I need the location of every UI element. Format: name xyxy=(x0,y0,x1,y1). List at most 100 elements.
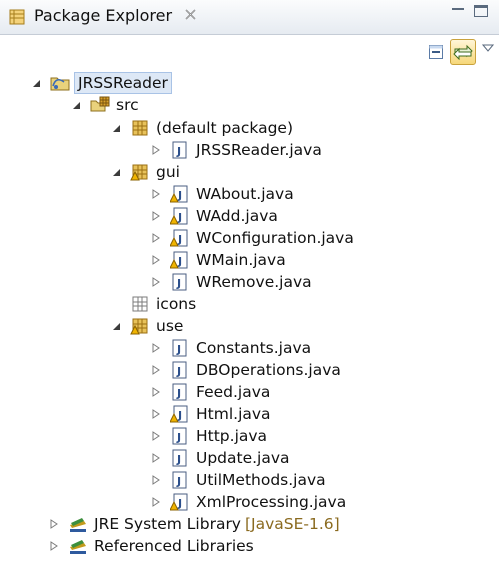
java-file-warning-icon: J xyxy=(170,493,188,511)
tree-item-src[interactable]: src xyxy=(70,94,139,116)
svg-text:J: J xyxy=(176,431,181,444)
file-label: Html.java xyxy=(196,405,271,423)
gui-label: gui xyxy=(156,163,180,181)
collapsed-triangle-icon[interactable] xyxy=(150,342,162,354)
java-file-icon: J xyxy=(172,361,187,379)
library-icon xyxy=(70,518,86,532)
maximize-icon[interactable] xyxy=(473,4,489,18)
expanded-triangle-icon[interactable] xyxy=(110,166,122,178)
collapsed-triangle-icon[interactable] xyxy=(150,452,162,464)
java-file-warning-icon: J xyxy=(170,185,188,203)
collapsed-triangle-icon[interactable] xyxy=(150,188,162,200)
collapsed-triangle-icon[interactable] xyxy=(48,540,60,552)
collapsed-triangle-icon[interactable] xyxy=(150,430,162,442)
file-label: WConfiguration.java xyxy=(196,229,354,247)
package-icon xyxy=(132,120,148,136)
collapsed-triangle-icon[interactable] xyxy=(150,364,162,376)
collapsed-triangle-icon[interactable] xyxy=(150,496,162,508)
tree-item-file[interactable]: J DBOperations.java xyxy=(150,359,341,381)
java-file-icon: J xyxy=(172,141,187,159)
collapsed-triangle-icon[interactable] xyxy=(150,408,162,420)
view-menu-icon[interactable] xyxy=(482,43,494,53)
svg-text:J: J xyxy=(176,343,181,356)
tree-item-file[interactable]: J UtilMethods.java xyxy=(150,469,326,491)
jre-version-label: [JavaSE-1.6] xyxy=(245,515,340,533)
tree-item-file[interactable]: J XmlProcessing.java xyxy=(150,491,346,513)
expanded-triangle-icon[interactable] xyxy=(30,77,42,89)
package-explorer-icon xyxy=(9,9,25,25)
default-package-label: (default package) xyxy=(156,119,293,137)
collapsed-triangle-icon[interactable] xyxy=(150,144,162,156)
svg-text:J: J xyxy=(176,277,181,290)
tree-item-file[interactable]: J Feed.java xyxy=(150,381,270,403)
svg-text:J: J xyxy=(177,211,182,224)
link-with-editor-icon xyxy=(453,44,473,61)
referenced-libraries-label: Referenced Libraries xyxy=(94,537,254,555)
project-label: JRSSReader xyxy=(74,72,172,94)
java-file-icon: J xyxy=(172,449,187,467)
tree-item-file[interactable]: J WAdd.java xyxy=(150,205,278,227)
tree-item-file[interactable]: J WMain.java xyxy=(150,249,286,271)
file-label: Http.java xyxy=(196,427,268,445)
expanded-triangle-icon[interactable] xyxy=(70,99,82,111)
minimize-icon[interactable] xyxy=(451,4,465,14)
tree-item-file[interactable]: J WConfiguration.java xyxy=(150,227,354,249)
view-toolbar xyxy=(0,35,499,69)
tree-item-project[interactable]: JRSSReader xyxy=(30,72,172,94)
tree-item-file[interactable]: J Update.java xyxy=(150,447,290,469)
collapsed-triangle-icon[interactable] xyxy=(150,276,162,288)
svg-text:J: J xyxy=(177,255,182,268)
java-file-icon: J xyxy=(172,427,187,445)
tree-item-jre-library[interactable]: JRE System Library [JavaSE-1.6] xyxy=(48,513,340,535)
svg-text:J: J xyxy=(176,475,181,488)
java-file-warning-icon: J xyxy=(170,251,188,269)
file-label: WRemove.java xyxy=(196,273,312,291)
file-label: DBOperations.java xyxy=(196,361,341,379)
view-title: Package Explorer xyxy=(34,6,173,25)
file-label: WAdd.java xyxy=(196,207,278,225)
file-label: WAbout.java xyxy=(196,185,294,203)
file-label: WMain.java xyxy=(196,251,286,269)
collapsed-triangle-icon[interactable] xyxy=(150,386,162,398)
file-label: UtilMethods.java xyxy=(196,471,326,489)
tree-item-file[interactable]: J Html.java xyxy=(150,403,271,425)
tree-item-file[interactable]: J JRSSReader.java xyxy=(150,139,322,161)
collapsed-triangle-icon[interactable] xyxy=(150,232,162,244)
link-with-editor-button[interactable] xyxy=(450,39,476,65)
tree-item-icons-folder[interactable]: icons xyxy=(130,293,196,315)
java-file-warning-icon: J xyxy=(170,405,188,423)
view-tab-bar: Package Explorer xyxy=(0,0,499,35)
collapsed-triangle-icon[interactable] xyxy=(150,210,162,222)
package-warning-icon xyxy=(130,164,148,181)
tree-item-gui-package[interactable]: gui xyxy=(110,161,180,183)
collapsed-triangle-icon[interactable] xyxy=(150,474,162,486)
expanded-triangle-icon[interactable] xyxy=(110,122,122,134)
svg-text:J: J xyxy=(177,233,182,246)
tree-item-referenced-libraries[interactable]: Referenced Libraries xyxy=(48,535,254,557)
collapsed-triangle-icon[interactable] xyxy=(150,254,162,266)
package-explorer-tab[interactable]: Package Explorer xyxy=(0,0,290,34)
src-label: src xyxy=(116,96,139,114)
close-icon[interactable] xyxy=(183,7,198,22)
tree-item-file[interactable]: J WAbout.java xyxy=(150,183,294,205)
file-label: JRSSReader.java xyxy=(196,141,322,159)
tree-item-default-package[interactable]: (default package) xyxy=(110,117,293,139)
java-file-icon: J xyxy=(172,339,187,357)
project-tree: JRSSReader src (default package) J JRSSR… xyxy=(0,70,499,563)
tree-item-file[interactable]: J Http.java xyxy=(150,425,267,447)
collapsed-triangle-icon[interactable] xyxy=(48,518,60,530)
use-label: use xyxy=(156,317,184,335)
file-label: Feed.java xyxy=(196,383,271,401)
svg-text:J: J xyxy=(176,365,181,378)
expanded-triangle-icon[interactable] xyxy=(110,320,122,332)
svg-text:J: J xyxy=(176,145,181,158)
tree-item-use-package[interactable]: use xyxy=(110,315,183,337)
package-warning-icon xyxy=(130,318,148,335)
collapse-all-icon[interactable] xyxy=(427,43,445,61)
tree-item-file[interactable]: J Constants.java xyxy=(150,337,311,359)
svg-text:J: J xyxy=(176,387,181,400)
java-file-icon: J xyxy=(172,383,187,401)
java-file-warning-icon: J xyxy=(170,229,188,247)
svg-text:J: J xyxy=(177,189,182,202)
tree-item-file[interactable]: J WRemove.java xyxy=(150,271,312,293)
